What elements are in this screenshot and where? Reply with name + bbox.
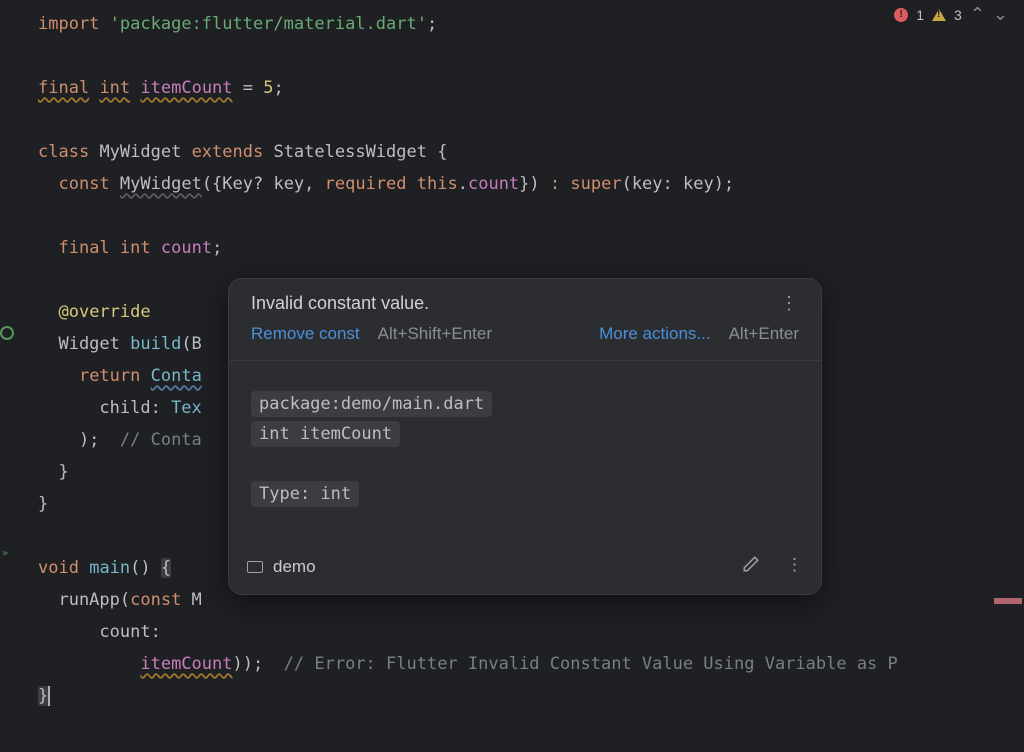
code-line[interactable]: [38, 40, 1024, 72]
run-gutter-icon[interactable]: »: [2, 548, 16, 562]
override-gutter-icon[interactable]: [0, 326, 14, 340]
doc-package-path: package:demo/main.dart: [251, 391, 492, 417]
code-line[interactable]: [38, 200, 1024, 232]
code-line[interactable]: [38, 104, 1024, 136]
popup-more-button[interactable]: ⋮: [786, 555, 803, 578]
more-actions-link[interactable]: More actions...: [599, 324, 711, 344]
diagnostic-title: Invalid constant value.: [251, 293, 429, 314]
edit-source-button[interactable]: [742, 555, 760, 578]
shortcut-hint: Alt+Enter: [729, 324, 799, 344]
popup-menu-button[interactable]: ⋮: [780, 293, 799, 314]
next-highlight-button[interactable]: ⌄: [993, 4, 1008, 25]
code-line[interactable]: itemCount)); // Error: Flutter Invalid C…: [38, 648, 1024, 680]
module-name: demo: [273, 557, 316, 577]
code-line[interactable]: class MyWidget extends StatelessWidget {: [38, 136, 1024, 168]
code-line[interactable]: const MyWidget({Key? key, required this.…: [38, 168, 1024, 200]
code-line[interactable]: }: [38, 680, 1024, 712]
quick-fix-link[interactable]: Remove const: [251, 324, 360, 344]
quick-doc-popup: Invalid constant value. ⋮ Remove const A…: [228, 278, 822, 595]
error-icon: !: [894, 8, 908, 22]
error-count: 1: [916, 7, 924, 23]
doc-declaration: int itemCount: [251, 421, 400, 447]
prev-highlight-button[interactable]: ⌃: [970, 4, 985, 25]
code-line[interactable]: import 'package:flutter/material.dart';: [38, 8, 1024, 40]
code-line[interactable]: final int itemCount = 5;: [38, 72, 1024, 104]
code-line[interactable]: count:: [38, 616, 1024, 648]
shortcut-hint: Alt+Shift+Enter: [378, 324, 492, 344]
error-stripe-marker[interactable]: [994, 598, 1022, 604]
warning-count: 3: [954, 7, 962, 23]
module-icon: [247, 561, 263, 573]
warning-icon: [932, 9, 946, 21]
code-line[interactable]: final int count;: [38, 232, 1024, 264]
problems-indicator[interactable]: ! 1 3 ⌃ ⌄: [894, 4, 1008, 25]
doc-type: Type: int: [251, 481, 359, 507]
